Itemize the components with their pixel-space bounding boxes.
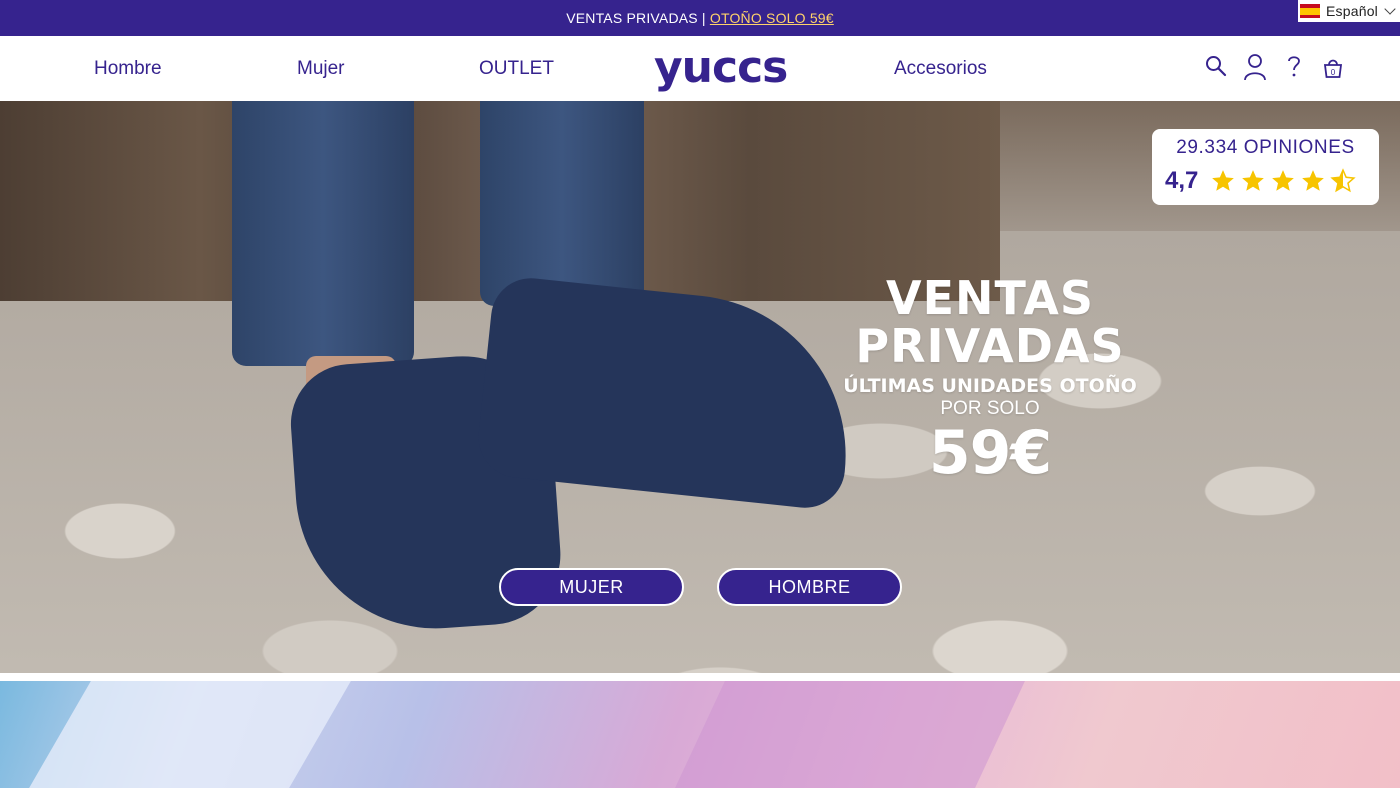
jeans-leg-right bbox=[480, 101, 644, 306]
nav-item-hombre[interactable]: Hombre bbox=[94, 58, 162, 80]
reviews-badge[interactable]: 29.334 OPINIONES 4,7 bbox=[1152, 129, 1379, 205]
reviews-count: 29.334 OPINIONES bbox=[1176, 137, 1355, 158]
banner-shape bbox=[29, 681, 351, 788]
hero-banner: 29.334 OPINIONES 4,7 VENTAS PRIVADAS ÚLT… bbox=[0, 101, 1400, 673]
banner-shape bbox=[675, 681, 1025, 788]
cart-count: 0 bbox=[1331, 68, 1336, 77]
star-icon bbox=[1272, 170, 1294, 191]
shop-men-button[interactable]: HOMBRE bbox=[717, 568, 902, 606]
promo-message: VENTAS PRIVADAS | OTOÑO SOLO 59€ bbox=[0, 10, 1400, 26]
headline-line1: VENTAS bbox=[885, 271, 1095, 325]
brand-logo[interactable]: yuccs bbox=[654, 44, 788, 92]
user-icon[interactable] bbox=[1243, 53, 1267, 81]
spain-flag-icon bbox=[1300, 4, 1320, 18]
price: 59€ bbox=[928, 418, 1052, 488]
promo-link[interactable]: OTOÑO SOLO 59€ bbox=[710, 10, 834, 26]
shop-women-button[interactable]: MUJER bbox=[499, 568, 684, 606]
chevron-down-icon bbox=[1384, 3, 1396, 15]
star-icon bbox=[1302, 170, 1324, 191]
rating-stars bbox=[1209, 168, 1357, 194]
promo-text: VENTAS PRIVADAS | bbox=[566, 10, 710, 26]
headline-subtitle: ÚLTIMAS UNIDADES OTOÑO bbox=[843, 375, 1137, 397]
promo-bar: VENTAS PRIVADAS | OTOÑO SOLO 59€ Español bbox=[0, 0, 1400, 36]
star-icon bbox=[1212, 170, 1234, 191]
next-section-banner bbox=[0, 681, 1400, 788]
nav-item-mujer[interactable]: Mujer bbox=[297, 58, 345, 80]
language-selector[interactable]: Español bbox=[1298, 0, 1400, 22]
search-icon[interactable] bbox=[1205, 55, 1227, 77]
cart-icon[interactable]: 0 bbox=[1323, 57, 1343, 79]
star-icon bbox=[1242, 170, 1264, 191]
price-prefix: POR SOLO bbox=[940, 398, 1040, 419]
nav-item-outlet[interactable]: OUTLET bbox=[479, 58, 554, 80]
nav-item-accesorios[interactable]: Accesorios bbox=[894, 58, 987, 80]
star-half-icon bbox=[1330, 168, 1356, 193]
language-label: Español bbox=[1326, 3, 1378, 19]
jeans-leg-left bbox=[232, 101, 414, 366]
rating-score: 4,7 bbox=[1165, 167, 1199, 194]
headline-line2: PRIVADAS bbox=[855, 319, 1125, 373]
help-icon[interactable] bbox=[1286, 55, 1302, 79]
hero-headline: VENTAS PRIVADAS ÚLTIMAS UNIDADES OTOÑO P… bbox=[790, 274, 1190, 486]
main-nav: Hombre Mujer OUTLET yuccs Accesorios 0 bbox=[0, 36, 1400, 101]
